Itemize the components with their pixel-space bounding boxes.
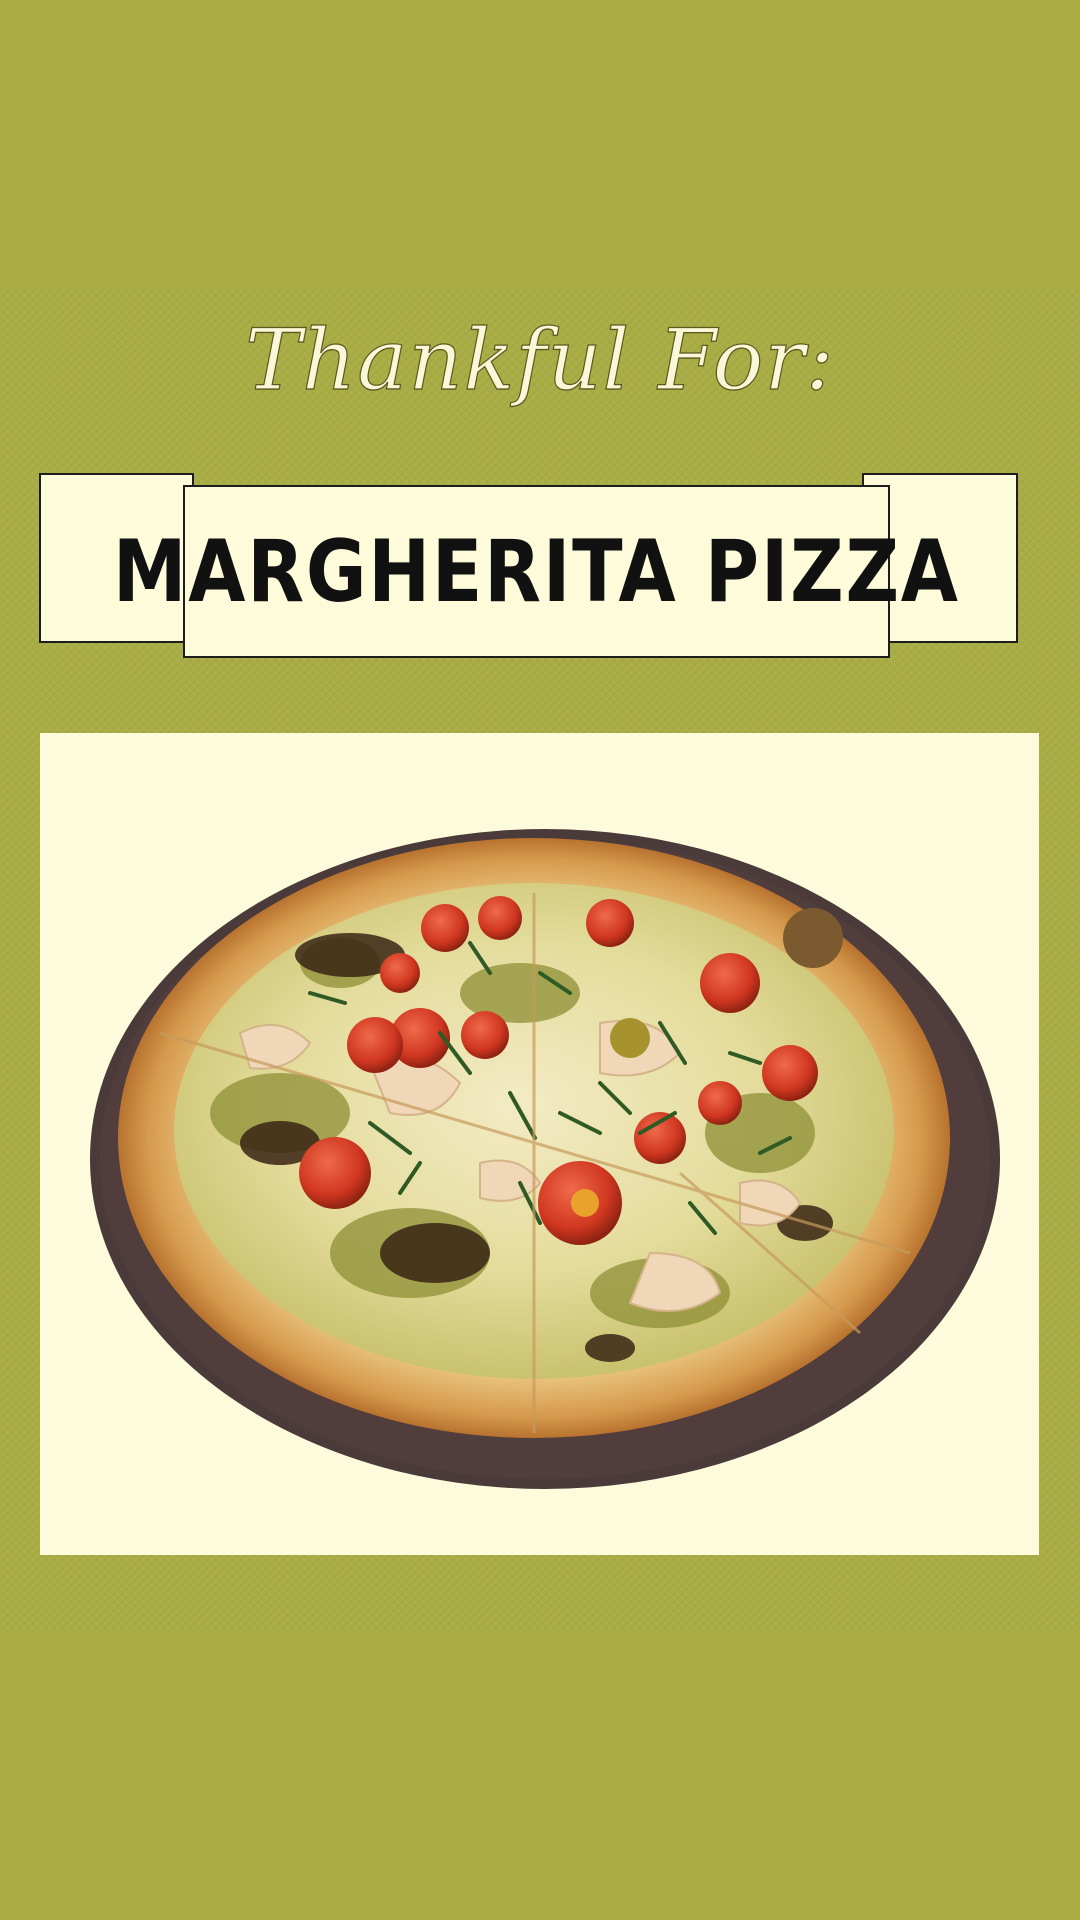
poster: Thankful For: MARGHERITA PIZZA — [0, 0, 1080, 1920]
headline-script: Thankful For: — [245, 311, 835, 409]
pizza-photo — [90, 829, 1000, 1489]
photo-frame — [40, 733, 1039, 1555]
title-text: MARGHERITA PIZZA — [113, 521, 960, 622]
title-banner: MARGHERITA PIZZA — [113, 485, 958, 658]
